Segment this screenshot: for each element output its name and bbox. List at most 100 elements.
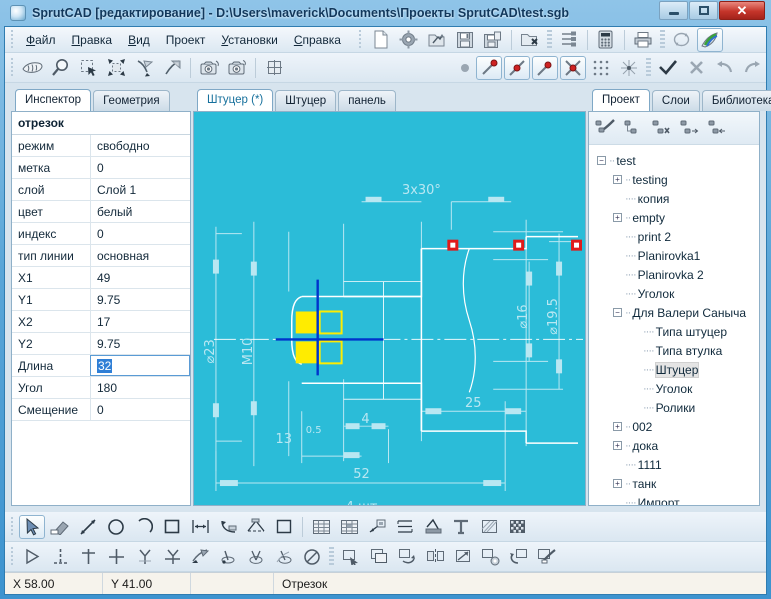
tree-toggle-test[interactable]: −: [597, 156, 606, 165]
property-row-x1[interactable]: X1 49: [12, 267, 190, 289]
tree-node-doka[interactable]: + ·· дока: [593, 436, 755, 455]
tree-node-dlya-valeri[interactable]: − ·· Для Валери Саныча: [593, 303, 755, 322]
toolbar-drag-grip-main[interactable]: [356, 29, 364, 50]
property-row-length[interactable]: Длина 32: [12, 355, 190, 377]
snap-nearest-icon[interactable]: [616, 56, 642, 80]
snap-endpoint-icon[interactable]: [532, 55, 558, 80]
tree-toggle-testing[interactable]: +: [613, 175, 622, 184]
tab-panel[interactable]: панель: [338, 90, 396, 111]
close-button[interactable]: ✕: [719, 1, 765, 20]
menu-item-edit[interactable]: Правка: [64, 30, 121, 50]
fill-pattern-icon[interactable]: [504, 515, 530, 539]
cross-axis-icon[interactable]: [75, 545, 101, 569]
eraser-icon[interactable]: [47, 515, 73, 539]
property-value-x2[interactable]: 17: [90, 311, 190, 332]
measure-area-icon[interactable]: [159, 56, 185, 80]
tree-node-002[interactable]: + ·· 002: [593, 417, 755, 436]
property-value-offset[interactable]: 0: [90, 399, 190, 420]
tree-node-1111[interactable]: ···· 1111: [593, 455, 755, 474]
property-value-index[interactable]: 0: [90, 223, 190, 244]
property-value-y1[interactable]: 9.75: [90, 289, 190, 310]
mirror-object-icon[interactable]: [422, 545, 448, 569]
scale-object-icon[interactable]: [450, 545, 476, 569]
calculator-icon[interactable]: [593, 28, 619, 52]
property-row-y1[interactable]: Y1 9.75: [12, 289, 190, 311]
perpendicular-icon[interactable]: [47, 545, 73, 569]
redo-icon[interactable]: [739, 56, 765, 80]
toolbar-drag-grip-view[interactable]: [8, 57, 15, 78]
dimension-diameter-icon[interactable]: [243, 515, 269, 539]
copy-object-icon[interactable]: [366, 545, 392, 569]
tree-node-tank[interactable]: + ·· танк: [593, 474, 755, 493]
chamfer-icon[interactable]: [271, 545, 297, 569]
hatch-icon[interactable]: [476, 515, 502, 539]
dimension-linear-icon[interactable]: [187, 515, 213, 539]
pen-edit-icon[interactable]: [696, 27, 723, 52]
table-edit-icon[interactable]: [336, 515, 362, 539]
undo-icon[interactable]: [711, 56, 737, 80]
pan-hand-icon[interactable]: [19, 56, 45, 80]
tab-inspector[interactable]: Инспектор: [15, 89, 92, 111]
property-value-length-input[interactable]: 32: [90, 355, 190, 376]
trim-icon[interactable]: [187, 545, 213, 569]
rectangle-icon[interactable]: [159, 515, 185, 539]
property-row-x2[interactable]: X2 17: [12, 311, 190, 333]
toolbar-drag-grip-draw[interactable]: [8, 516, 15, 537]
tree-node-planirovka2[interactable]: ···· Planirovka 2: [593, 265, 755, 284]
rotate-object-icon[interactable]: [394, 545, 420, 569]
menu-item-project[interactable]: Проект: [158, 30, 214, 50]
drawing-canvas[interactable]: ⌀23 M10 3x30° ⌀16 ⌀19.5 13 0.5 4 25 52 4…: [194, 112, 585, 506]
arc-icon[interactable]: [131, 515, 157, 539]
tangent-icon[interactable]: [131, 545, 157, 569]
tree-node-planirovka1[interactable]: ···· Planirovka1: [593, 246, 755, 265]
text-icon[interactable]: [448, 515, 474, 539]
rotate-copy-icon[interactable]: [506, 545, 532, 569]
snap-point-icon[interactable]: [476, 55, 502, 80]
line-icon[interactable]: [75, 515, 101, 539]
measure-icon[interactable]: [131, 56, 157, 80]
tree-node-tipa-vtulka[interactable]: ···· Типа втулка: [593, 341, 755, 360]
tab-project[interactable]: Проект: [592, 89, 650, 111]
dimension-angular-icon[interactable]: [215, 515, 241, 539]
property-row-offset[interactable]: Смещение 0: [12, 399, 190, 421]
move-object-icon[interactable]: [338, 545, 364, 569]
tree-toggle-empty[interactable]: +: [613, 213, 622, 222]
menu-item-file[interactable]: Файл: [18, 30, 64, 50]
tree-node-test[interactable]: − ·· test: [593, 151, 755, 170]
circle-slash-icon[interactable]: [299, 545, 325, 569]
tree-node-ugolok-2[interactable]: ···· Уголок: [593, 379, 755, 398]
snapshot-icon[interactable]: [196, 56, 222, 80]
property-value-y2[interactable]: 9.75: [90, 333, 190, 354]
print-icon[interactable]: [630, 28, 656, 52]
angle-icon[interactable]: [19, 545, 45, 569]
fillet-two-icon[interactable]: [243, 545, 269, 569]
edit-object-icon[interactable]: [534, 545, 560, 569]
tab-shtutser-modified[interactable]: Штуцер (*): [197, 89, 274, 111]
confirm-check-icon[interactable]: [655, 56, 681, 80]
property-row-angle[interactable]: Угол 180: [12, 377, 190, 399]
array-object-icon[interactable]: [478, 545, 504, 569]
tree-toggle-tank[interactable]: +: [613, 479, 622, 488]
menu-item-help[interactable]: Справка: [286, 30, 349, 50]
tolerance-icon[interactable]: [392, 515, 418, 539]
save-as-icon[interactable]: [480, 28, 506, 52]
property-row-color[interactable]: цвет белый: [12, 201, 190, 223]
menu-drag-grip[interactable]: [8, 29, 15, 50]
tab-library[interactable]: Библиотека: [701, 90, 771, 111]
toolbar-drag-grip-modify[interactable]: [8, 546, 15, 567]
property-row-mode[interactable]: режим свободно: [12, 135, 190, 157]
tree-node-empty[interactable]: + ·· empty: [593, 208, 755, 227]
property-row-label[interactable]: метка 0: [12, 157, 190, 179]
menu-item-settings[interactable]: Установки: [213, 30, 286, 50]
snap-midpoint-icon[interactable]: [504, 55, 530, 80]
property-value-layer[interactable]: Слой 1: [90, 179, 190, 200]
property-value-linetype[interactable]: основная: [90, 245, 190, 266]
project-tree[interactable]: − ·· test + ·· testing ···· копия + ·· empty ··…: [589, 145, 759, 505]
tree-node-shtutser[interactable]: ···· Штуцер: [593, 360, 755, 379]
table-icon[interactable]: [308, 515, 334, 539]
cancel-cross-icon[interactable]: [683, 56, 709, 80]
snap-intersection-icon[interactable]: [560, 55, 586, 80]
tree-node-kopiya[interactable]: ···· копия: [593, 189, 755, 208]
tree-node-tipa-shtutser[interactable]: ···· Типа штуцер: [593, 322, 755, 341]
layers-icon[interactable]: [556, 28, 582, 52]
